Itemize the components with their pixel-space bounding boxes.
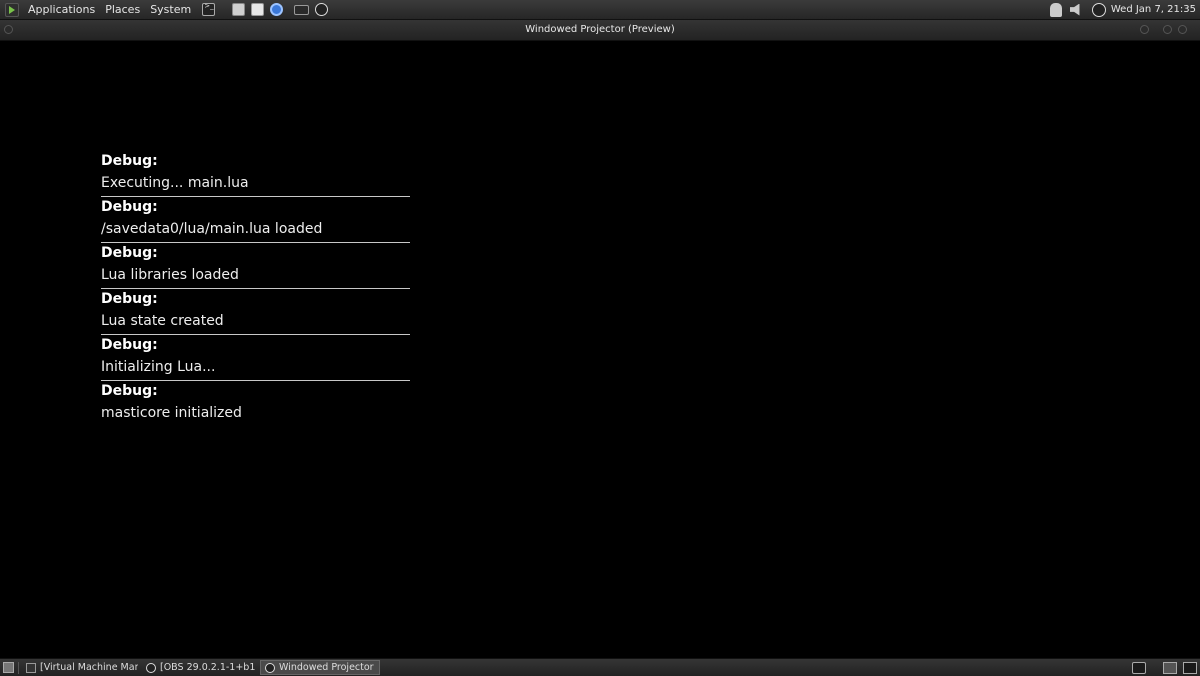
log-entry-message: Lua libraries loaded [101, 267, 239, 283]
log-entry: Debug: masticore initialized [101, 381, 410, 427]
minimize-button[interactable] [1163, 25, 1172, 34]
distro-logo-icon[interactable] [5, 2, 19, 17]
log-entry-message: Lua state created [101, 313, 224, 329]
text-editor-launcher-icon[interactable] [251, 3, 265, 16]
maximize-button[interactable] [1178, 25, 1187, 34]
log-entry-label: Debug: [101, 245, 158, 261]
task-obs[interactable]: [OBS 29.0.2.1-1+b1 (li… [142, 660, 260, 675]
log-entry-message: Executing... main.lua [101, 175, 249, 191]
log-entry: Debug: Lua libraries loaded [101, 243, 410, 289]
log-entry-message: Initializing Lua... [101, 359, 216, 375]
log-entry: Debug: Initializing Lua... [101, 335, 410, 381]
terminal-launcher-icon[interactable] [202, 2, 216, 16]
workspace-2[interactable] [1183, 661, 1197, 674]
clock[interactable]: Wed Jan 7, 21:35 [1109, 4, 1200, 15]
applications-menu[interactable]: Applications [23, 0, 100, 19]
shade-button[interactable] [1140, 25, 1149, 34]
workspace-1[interactable] [1163, 661, 1177, 674]
obs-tray-icon[interactable] [1091, 2, 1106, 17]
log-entry: Debug: /savedata0/lua/main.lua loaded [101, 197, 410, 243]
obs-icon [265, 662, 275, 673]
microphone-icon[interactable] [1049, 2, 1062, 17]
log-entry: Debug: Executing... main.lua [101, 151, 410, 197]
obs-icon [146, 662, 156, 673]
log-entry-message: /savedata0/lua/main.lua loaded [101, 221, 323, 237]
log-entry-label: Debug: [101, 153, 158, 169]
log-entry-label: Debug: [101, 337, 158, 353]
show-desktop-icon[interactable] [3, 662, 14, 673]
volume-icon[interactable] [1069, 3, 1080, 16]
obs-launcher-icon[interactable] [315, 3, 329, 16]
top-panel: Applications Places System Wed Jan 7, 21… [0, 0, 1200, 20]
task-label: [OBS 29.0.2.1-1+b1 (li… [160, 662, 256, 673]
task-label: [Virtual Machine Man… [40, 662, 138, 673]
bottom-taskbar: [Virtual Machine Man… [OBS 29.0.2.1-1+b1… [0, 658, 1200, 676]
task-label: Windowed Projector … [279, 662, 375, 673]
virt-manager-launcher-icon[interactable] [294, 4, 310, 15]
log-entry-label: Debug: [101, 383, 158, 399]
log-entry-message: masticore initialized [101, 405, 242, 421]
projector-preview: Debug: Executing... main.lua Debug: /sav… [0, 41, 1200, 658]
places-menu[interactable]: Places [100, 0, 145, 19]
window-titlebar[interactable]: Windowed Projector (Preview) [0, 20, 1200, 41]
log-entry: Debug: Lua state created [101, 289, 410, 335]
vm-icon [26, 662, 36, 673]
debug-log: Debug: Executing... main.lua Debug: /sav… [101, 151, 410, 427]
task-windowed-projector[interactable]: Windowed Projector … [260, 660, 380, 675]
log-entry-label: Debug: [101, 291, 158, 307]
system-menu[interactable]: System [145, 0, 196, 19]
window-title: Windowed Projector (Preview) [525, 24, 675, 35]
browser-launcher-icon[interactable] [270, 3, 284, 16]
log-entry-label: Debug: [101, 199, 158, 215]
obs-tray-icon[interactable] [1132, 661, 1146, 674]
task-virtual-machine-manager[interactable]: [Virtual Machine Man… [22, 660, 142, 675]
file-manager-launcher-icon[interactable] [232, 3, 246, 16]
